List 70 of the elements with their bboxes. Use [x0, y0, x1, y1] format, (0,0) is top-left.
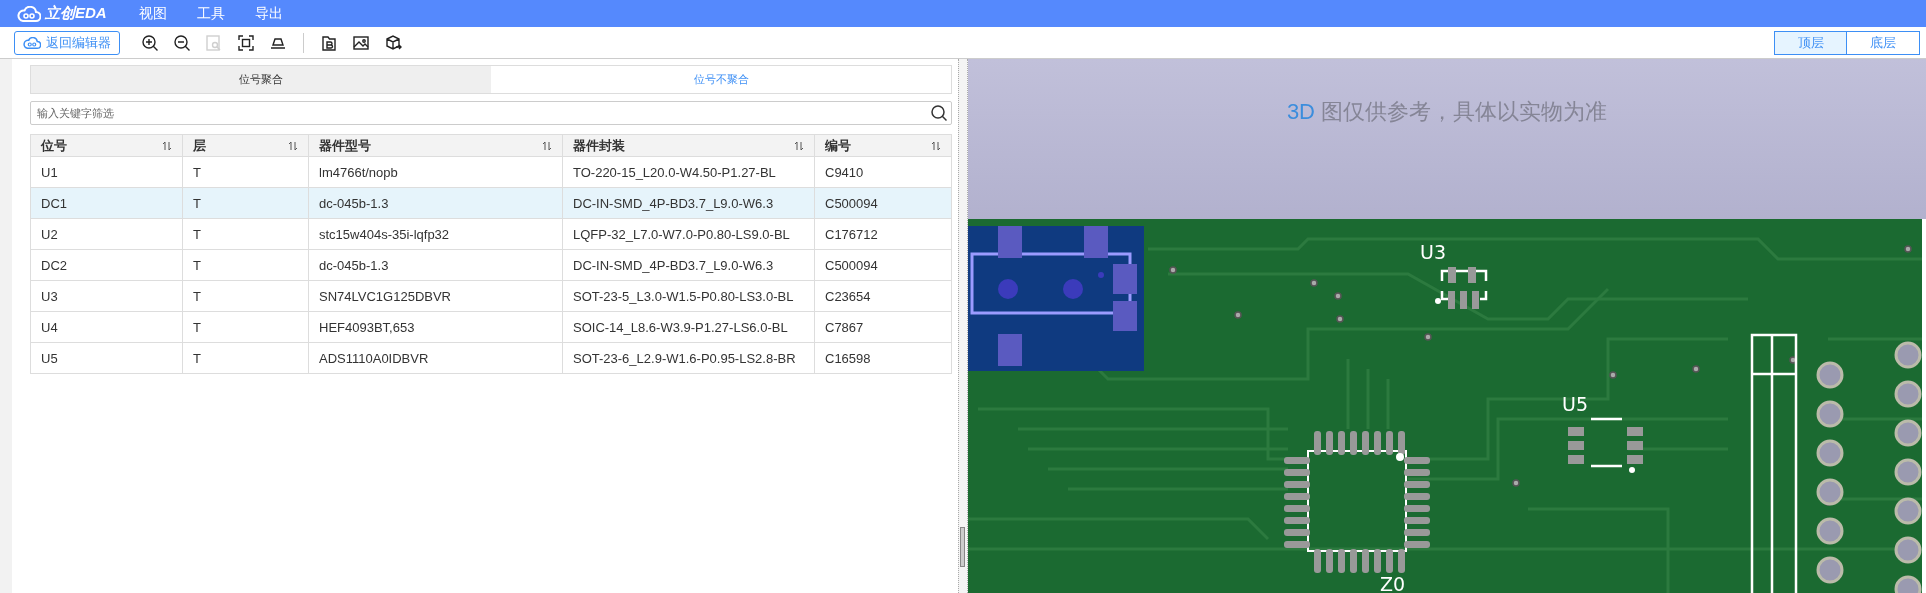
- table-row[interactable]: U4 T HEF4093BT,653 SOIC-14_L8.6-W3.9-P1.27-LS6.0-BL C7867: [30, 311, 952, 343]
- table-cell: U2: [30, 218, 183, 250]
- table-cell: DC-IN-SMD_4P-BD3.7_L9.0-W6.3: [562, 187, 815, 219]
- reference-notice: 3D 图仅供参考，具体以实物为准: [1286, 98, 1608, 125]
- table-cell: dc-045b-1.3: [308, 187, 563, 219]
- fit-view-icon[interactable]: [237, 33, 255, 52]
- column-header[interactable]: 编号: [814, 134, 952, 157]
- table-cell: C500094: [814, 187, 952, 219]
- component-label: Z0: [1380, 572, 1406, 593]
- table-cell: T: [182, 311, 309, 343]
- sort-icon[interactable]: [288, 140, 298, 151]
- table-cell: T: [182, 218, 309, 250]
- search-icon[interactable]: [930, 104, 948, 122]
- table-cell: T: [182, 249, 309, 281]
- component-label: U5: [1562, 392, 1588, 415]
- table-cell: SOT-23-6_L2.9-W1.6-P0.95-LS2.8-BR: [562, 342, 815, 374]
- table-cell: SN74LVC1G125DBVR: [308, 280, 563, 312]
- app-logo-text: 立创EDA: [45, 4, 107, 23]
- table-cell: T: [182, 342, 309, 374]
- column-header[interactable]: 器件封装: [562, 134, 815, 157]
- search-field[interactable]: 输入关键字筛选: [30, 101, 952, 125]
- table-cell: T: [182, 187, 309, 219]
- table-row[interactable]: U1 T lm4766t/nopb TO-220-15_L20.0-W4.50-P1.27-BL C9410: [30, 156, 952, 188]
- table-cell: C16598: [814, 342, 952, 374]
- table-cell: TO-220-15_L20.0-W4.50-P1.27-BL: [562, 156, 815, 188]
- table-cell: DC2: [30, 249, 183, 281]
- cube-icon[interactable]: [384, 33, 402, 52]
- table-cell: U3: [30, 280, 183, 312]
- table-cell: C176712: [814, 218, 952, 250]
- table-cell: C500094: [814, 249, 952, 281]
- cloud-icon: [23, 36, 41, 49]
- table-cell: DC1: [30, 187, 183, 219]
- layer-toggle-button[interactable]: 底层: [1847, 30, 1920, 55]
- sort-icon[interactable]: [794, 140, 804, 151]
- table-cell: LQFP-32_L7.0-W7.0-P0.80-LS9.0-BL: [562, 218, 815, 250]
- zoom-in-icon[interactable]: [141, 33, 159, 52]
- table-cell: ADS1110A0IDBVR: [308, 342, 563, 374]
- sort-icon[interactable]: [931, 140, 941, 151]
- table-cell: DC-IN-SMD_4P-BD3.7_L9.0-W6.3: [562, 249, 815, 281]
- table-cell: C9410: [814, 156, 952, 188]
- table-cell: lm4766t/nopb: [308, 156, 563, 188]
- column-header[interactable]: 层: [182, 134, 309, 157]
- table-cell: U1: [30, 156, 183, 188]
- table-row[interactable]: U3 T SN74LVC1G125DBVR SOT-23-5_L3.0-W1.5-P0.80-LS3.0-BL C23654: [30, 280, 952, 312]
- table-cell: T: [182, 280, 309, 312]
- sort-icon[interactable]: [162, 140, 172, 151]
- table-cell: stc15w404s-35i-lqfp32: [308, 218, 563, 250]
- column-header[interactable]: 器件型号: [308, 134, 563, 157]
- view-tab[interactable]: 位号聚合: [31, 66, 491, 93]
- table-row[interactable]: U5 T ADS1110A0IDBVR SOT-23-6_L2.9-W1.6-P0.95-LS2.8-BR C16598: [30, 342, 952, 374]
- table-cell: SOT-23-5_L3.0-W1.5-P0.80-LS3.0-BL: [562, 280, 815, 312]
- column-header[interactable]: 位号: [30, 134, 183, 157]
- sort-icon[interactable]: [542, 140, 552, 151]
- table-cell: HEF4093BT,653: [308, 311, 563, 343]
- image-icon[interactable]: [352, 33, 370, 52]
- table-row[interactable]: U2 T stc15w404s-35i-lqfp32 LQFP-32_L7.0-W7.0-P0.80-LS9.0-BL C176712: [30, 218, 952, 250]
- document-icon[interactable]: [320, 33, 338, 52]
- table-cell: C23654: [814, 280, 952, 312]
- table-cell: U5: [30, 342, 183, 374]
- table-cell: dc-045b-1.3: [308, 249, 563, 281]
- cloud-logo-icon: [17, 5, 41, 22]
- zoom-out-icon[interactable]: [173, 33, 191, 52]
- table-cell: U4: [30, 311, 183, 343]
- table-cell: SOIC-14_L8.6-W3.9-P1.27-LS6.0-BL: [562, 311, 815, 343]
- table-row[interactable]: DC2 T dc-045b-1.3 DC-IN-SMD_4P-BD3.7_L9.0-W6.3 C500094: [30, 249, 952, 281]
- component-label: U3: [1420, 240, 1446, 263]
- table-row[interactable]: DC1 T dc-045b-1.3 DC-IN-SMD_4P-BD3.7_L9.0-W6.3 C500094: [30, 187, 952, 219]
- splitter-handle[interactable]: [960, 527, 965, 567]
- table-cell: C7867: [814, 311, 952, 343]
- table-cell: T: [182, 156, 309, 188]
